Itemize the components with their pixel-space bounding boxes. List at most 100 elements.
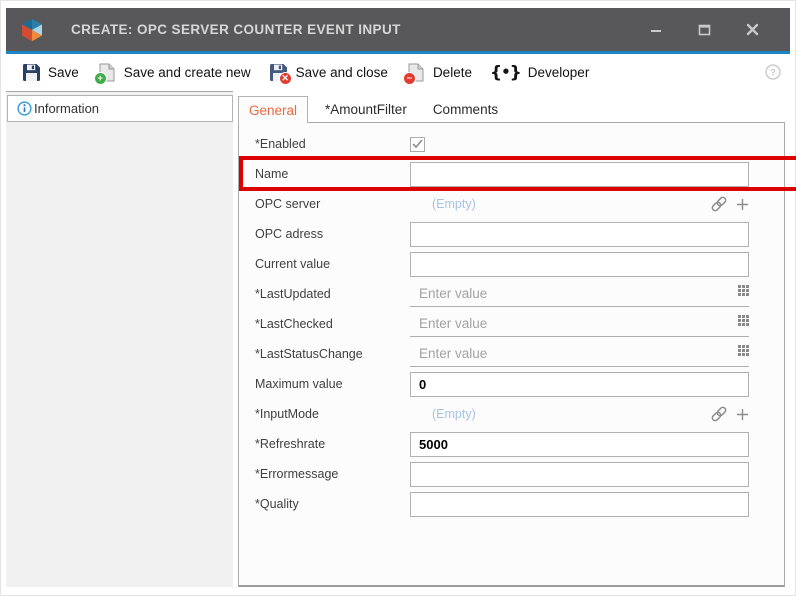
help-icon[interactable]: ? — [765, 64, 781, 80]
form-row-opc-adress: OPC adress — [255, 219, 784, 249]
sidebar-item-label: Information — [34, 101, 99, 116]
form-row-enabled: *Enabled — [255, 129, 784, 159]
plus-badge-icon: + — [94, 72, 107, 85]
grid-picker-icon[interactable] — [738, 345, 749, 356]
field-control-lastchecked — [410, 311, 749, 337]
field-control-quality — [410, 492, 749, 517]
quality-input[interactable] — [410, 492, 749, 517]
form-row-quality: *Quality — [255, 489, 784, 519]
tab-comments[interactable]: Comments — [420, 96, 511, 123]
save-button[interactable]: Save — [12, 59, 88, 87]
add-icon[interactable] — [736, 408, 749, 421]
maximize-button[interactable] — [680, 13, 728, 47]
field-control-maximum-value — [410, 372, 749, 397]
save-label: Save — [48, 65, 79, 80]
form-row-current-value: Current value — [255, 249, 784, 279]
sidebar: Information — [6, 91, 233, 587]
field-label-maximum-value: Maximum value — [255, 377, 410, 391]
maximum-value-input[interactable] — [410, 372, 749, 397]
field-control-opc-adress — [410, 222, 749, 247]
toolbar: Save + Save and create new ✕ — [6, 54, 790, 91]
form-row-opc-server: OPC server (Empty) — [255, 189, 784, 219]
field-control-errormessage — [410, 462, 749, 487]
field-label-opc-server: OPC server — [255, 197, 410, 211]
delete-icon: − — [406, 63, 426, 83]
form-row-laststatuschange: *LastStatusChange — [255, 339, 784, 369]
opc-server-value[interactable]: (Empty) — [432, 197, 476, 211]
info-icon — [17, 101, 32, 116]
lastchecked-input[interactable] — [410, 316, 749, 331]
form-row-lastchecked: *LastChecked — [255, 309, 784, 339]
form-rows: *Enabled Name OPC server (Empty) OPC adress C… — [255, 129, 784, 519]
link-icon[interactable] — [710, 406, 728, 422]
field-control-name — [410, 162, 749, 187]
field-control-opc-server: (Empty) — [410, 197, 749, 211]
current-value-input[interactable] — [410, 252, 749, 277]
form-row-inputmode: *InputMode (Empty) — [255, 399, 784, 429]
field-control-refreshrate — [410, 432, 749, 457]
field-label-refreshrate: *Refreshrate — [255, 437, 410, 451]
lastchecked-field — [410, 311, 749, 337]
enabled-checkbox[interactable] — [410, 137, 425, 152]
app-logo-icon — [15, 13, 49, 47]
field-label-laststatuschange: *LastStatusChange — [255, 347, 410, 361]
sidebar-item-information[interactable]: Information — [7, 95, 233, 122]
field-control-enabled — [410, 137, 749, 152]
minimize-button[interactable] — [632, 13, 680, 47]
close-button[interactable] — [728, 13, 776, 47]
window-title: CREATE: OPC SERVER COUNTER EVENT INPUT — [71, 22, 401, 37]
save-close-icon: ✕ — [269, 63, 289, 83]
tab-strip: General *AmountFilter Comments — [238, 96, 511, 123]
tab-amountfilter[interactable]: *AmountFilter — [312, 96, 420, 123]
lastupdated-input[interactable] — [410, 286, 749, 301]
save-and-close-button[interactable]: ✕ Save and close — [260, 59, 397, 87]
save-icon — [21, 63, 41, 83]
form-row-name: Name — [255, 159, 784, 189]
developer-button[interactable]: {•} Developer — [481, 60, 598, 86]
save-and-close-label: Save and close — [296, 65, 388, 80]
field-control-inputmode: (Empty) — [410, 407, 749, 421]
inputmode-value[interactable]: (Empty) — [432, 407, 476, 421]
titlebar: CREATE: OPC SERVER COUNTER EVENT INPUT — [6, 8, 790, 51]
save-and-create-new-button[interactable]: + Save and create new — [88, 59, 260, 87]
delete-label: Delete — [433, 65, 472, 80]
window-controls — [632, 13, 776, 47]
field-label-errormessage: *Errormessage — [255, 467, 410, 481]
form-row-errormessage: *Errormessage — [255, 459, 784, 489]
svg-text:?: ? — [770, 67, 776, 77]
form-row-lastupdated: *LastUpdated — [255, 279, 784, 309]
errormessage-input[interactable] — [410, 462, 749, 487]
lastupdated-field — [410, 281, 749, 307]
form-row-maximum-value: Maximum value — [255, 369, 784, 399]
save-create-new-icon: + — [97, 63, 117, 83]
form-row-refreshrate: *Refreshrate — [255, 429, 784, 459]
field-label-lastchecked: *LastChecked — [255, 317, 410, 331]
add-icon[interactable] — [736, 198, 749, 211]
save-and-create-new-label: Save and create new — [124, 65, 251, 80]
laststatuschange-input[interactable] — [410, 346, 749, 361]
field-label-name: Name — [255, 167, 410, 181]
field-control-laststatuschange — [410, 341, 749, 367]
name-input[interactable] — [410, 162, 749, 187]
link-icon[interactable] — [710, 196, 728, 212]
form-panel: *Enabled Name OPC server (Empty) OPC adress C… — [238, 122, 785, 587]
developer-icon: {•} — [490, 64, 521, 82]
close-badge-icon: ✕ — [279, 72, 292, 85]
field-label-opc-adress: OPC adress — [255, 227, 410, 241]
dialog-window: CREATE: OPC SERVER COUNTER EVENT INPUT — [0, 0, 796, 596]
field-label-current-value: Current value — [255, 257, 410, 271]
field-control-lastupdated — [410, 281, 749, 307]
developer-label: Developer — [528, 65, 590, 80]
opc-adress-input[interactable] — [410, 222, 749, 247]
field-label-enabled: *Enabled — [255, 137, 410, 151]
grid-picker-icon[interactable] — [738, 315, 749, 326]
grid-picker-icon[interactable] — [738, 285, 749, 296]
field-label-quality: *Quality — [255, 497, 410, 511]
refreshrate-input[interactable] — [410, 432, 749, 457]
tab-general[interactable]: General — [238, 96, 308, 123]
field-control-current-value — [410, 252, 749, 277]
delete-button[interactable]: − Delete — [397, 59, 481, 87]
field-label-lastupdated: *LastUpdated — [255, 287, 410, 301]
laststatuschange-field — [410, 341, 749, 367]
field-label-inputmode: *InputMode — [255, 407, 410, 421]
